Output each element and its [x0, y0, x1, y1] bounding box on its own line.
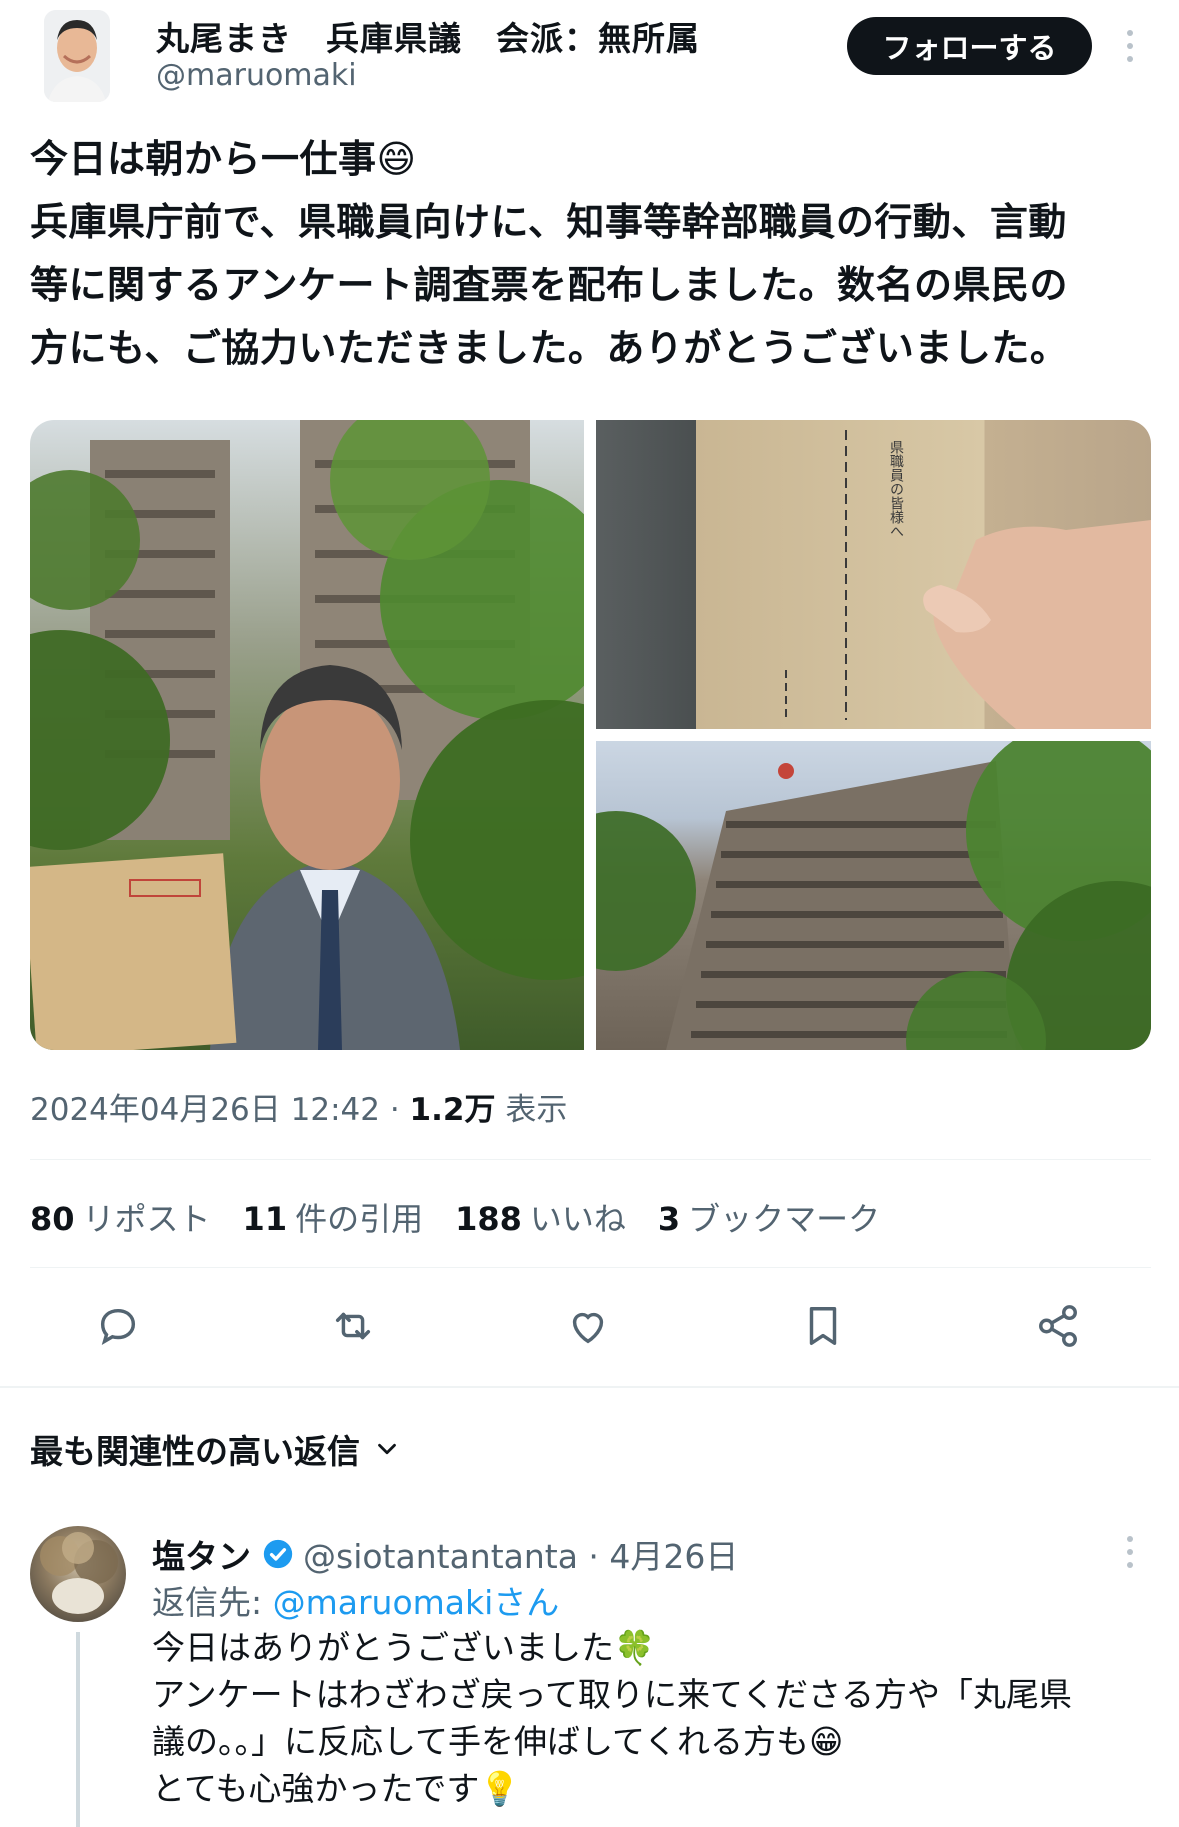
reply-line: アンケートはわざわざ戻って取りに来てくださる方や「丸尾県: [152, 1675, 1073, 1714]
thread-line: [76, 1632, 80, 1827]
reply-text: 今日はありがとうございました🍀 アンケートはわざわざ戻って取りに来てくださる方や…: [152, 1624, 1152, 1812]
tweet-line: 等に関するアンケート調査票を配布しました。数名の県民の: [30, 263, 1068, 307]
author-name[interactable]: 丸尾まき 兵庫県議 会派：無所属: [156, 12, 700, 60]
tweet-line: 今日は朝から一仕事😄: [30, 137, 417, 181]
retweet-icon[interactable]: [323, 1296, 383, 1356]
bookmark-icon[interactable]: [793, 1296, 853, 1356]
tweet-meta: 2024年04月26日 12:42 · 1.2万 表示: [30, 1084, 567, 1129]
stat-quotes[interactable]: 11 件の引用: [243, 1194, 424, 1240]
meta-separator: ·: [379, 1092, 410, 1128]
more-options-icon[interactable]: [1120, 26, 1140, 66]
reply-line: 今日はありがとうございました🍀: [152, 1628, 656, 1667]
author-handle[interactable]: @maruomaki: [156, 58, 357, 93]
reply-line: とても心強かったです💡: [152, 1769, 521, 1808]
reply-avatar[interactable]: [30, 1526, 126, 1622]
reply-to-prefix: 返信先:: [152, 1583, 273, 1622]
action-bar: [0, 1296, 1179, 1356]
follow-button[interactable]: フォローする: [847, 17, 1092, 75]
reply-line: 議の。。」に反応して手を伸ばしてくれる方も😁: [152, 1722, 844, 1761]
tweet-line: 兵庫県庁前で、県職員向けに、知事等幹部職員の行動、言動: [30, 200, 1067, 244]
photo-selfie-with-envelope[interactable]: [30, 420, 584, 1050]
photo-prefectural-office[interactable]: [596, 741, 1151, 1050]
tweet-text: 今日は朝から一仕事😄 兵庫県庁前で、県職員向けに、知事等幹部職員の行動、言動 等…: [30, 128, 1160, 380]
envelope-text: 県職員の皆様へ: [888, 440, 904, 538]
stat-likes[interactable]: 188 いいね: [455, 1194, 626, 1240]
reply-header: 塩タン @siotantantanta · 4月26日: [152, 1530, 738, 1578]
divider: [30, 1267, 1151, 1268]
reply-to-line: 返信先: @maruomakiさん: [152, 1576, 559, 1624]
reply-to-mention[interactable]: @maruomakiさん: [273, 1583, 560, 1622]
tweet-line: 方にも、ご協力いただきました。ありがとうございました。: [30, 326, 1069, 370]
stat-reposts[interactable]: 80 リポスト: [30, 1194, 211, 1240]
divider: [30, 1159, 1151, 1160]
share-icon[interactable]: [1028, 1296, 1088, 1356]
reply-icon[interactable]: [88, 1296, 148, 1356]
stat-bookmarks[interactable]: 3 ブックマーク: [658, 1194, 880, 1240]
views-count: 1.2万: [409, 1092, 496, 1128]
reply-item[interactable]: 塩タン @siotantantanta · 4月26日 返信先: @maruom…: [0, 1520, 1179, 1827]
section-divider: [0, 1386, 1179, 1388]
reply-more-options-icon[interactable]: [1120, 1532, 1140, 1572]
reply-author-name[interactable]: 塩タン: [152, 1530, 251, 1578]
reply-author-handle[interactable]: @siotantantanta · 4月26日: [303, 1530, 738, 1578]
like-icon[interactable]: [558, 1296, 618, 1356]
author-avatar[interactable]: [44, 10, 110, 102]
views-label: 表示: [495, 1092, 568, 1128]
tweet-header: 丸尾まき 兵庫県議 会派：無所属 @maruomaki フォローする: [0, 0, 1179, 110]
timestamp[interactable]: 2024年04月26日 12:42: [30, 1092, 380, 1128]
media-grid: 県職員の皆様へ: [30, 420, 1151, 1050]
verified-badge-icon: [263, 1539, 293, 1569]
photo-envelope-closeup[interactable]: 県職員の皆様へ: [596, 420, 1151, 729]
engagement-stats: 80 リポスト 11 件の引用 188 いいね 3 ブックマーク: [30, 1194, 880, 1240]
reply-sort-label: 最も関連性の高い返信: [30, 1432, 360, 1471]
reply-sort-dropdown[interactable]: 最も関連性の高い返信: [30, 1425, 402, 1473]
chevron-down-icon: [378, 1443, 396, 1455]
